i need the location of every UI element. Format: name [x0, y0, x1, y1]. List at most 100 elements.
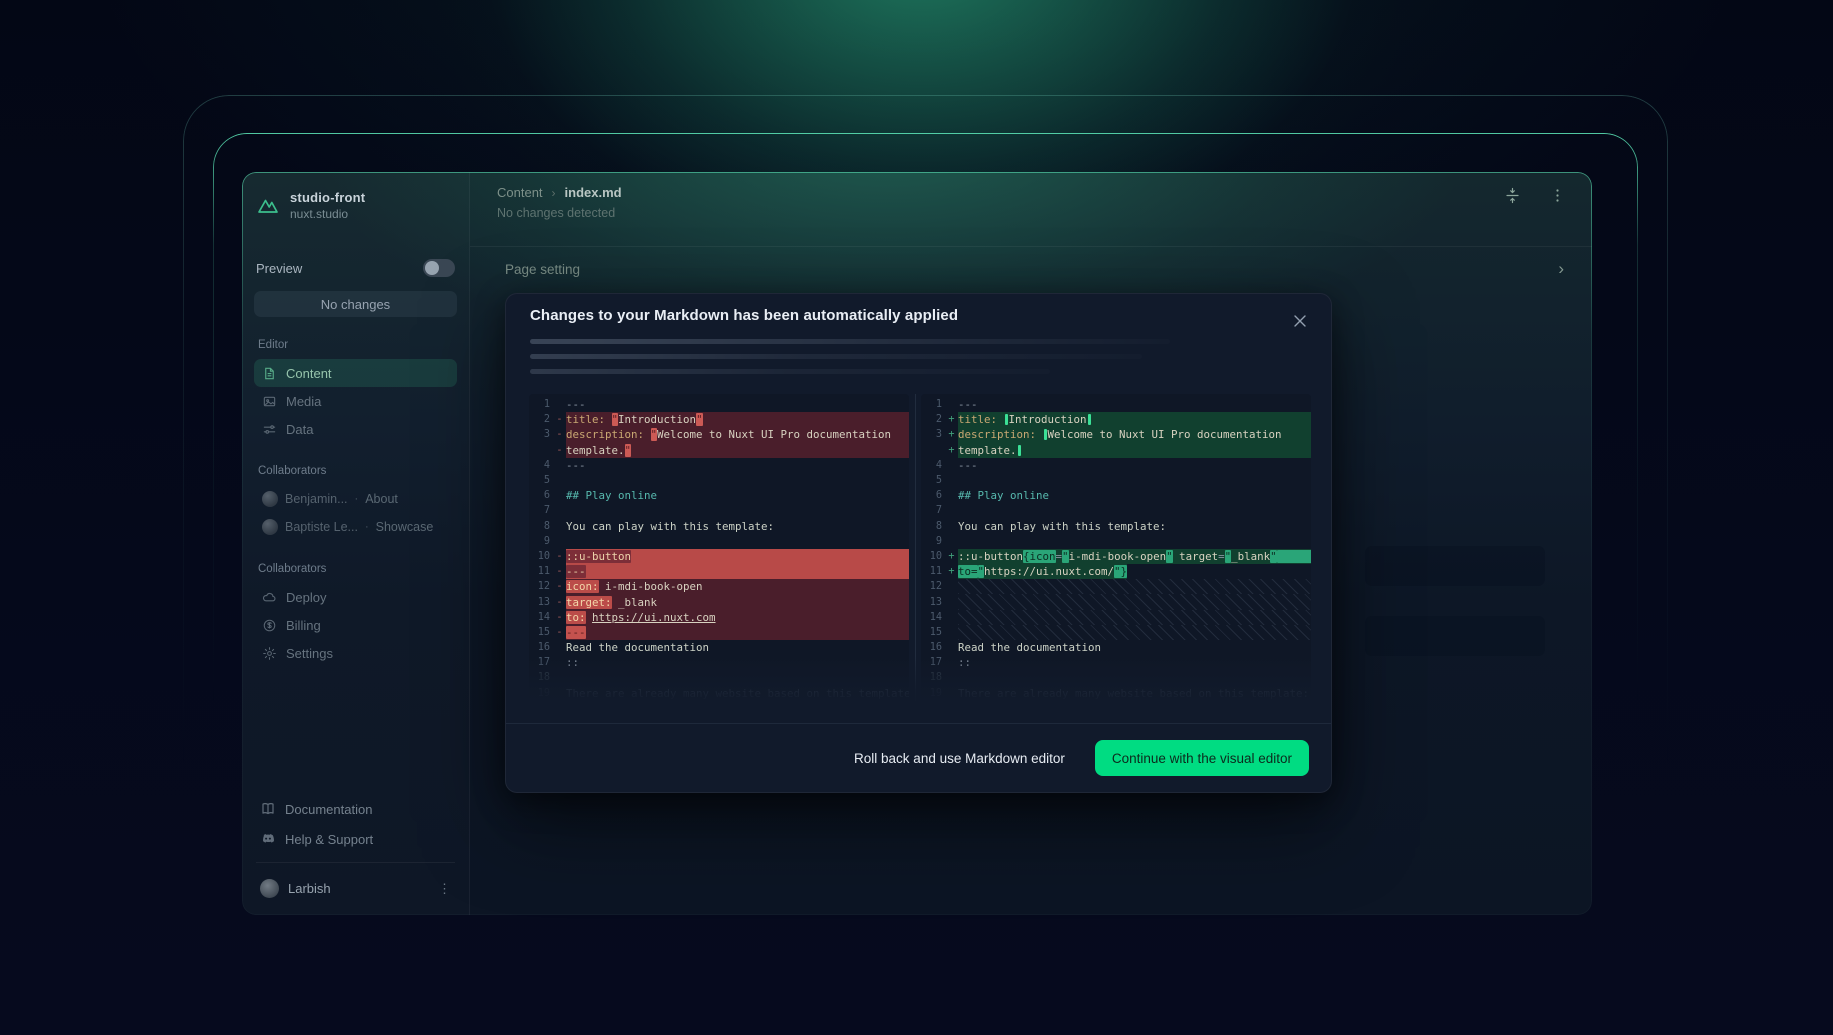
chevron-right-icon: › — [1558, 259, 1564, 279]
diff-line: 19 There are already many website based … — [529, 686, 909, 701]
toggle-knob — [425, 261, 439, 275]
diff-line: 11+to="https://ui.nuxt.com/"} — [921, 564, 1311, 579]
diff-line: 7 — [921, 503, 1311, 518]
sidebar-item-media[interactable]: Media — [254, 387, 457, 415]
diff-line: 8 You can play with this template: — [529, 519, 909, 534]
image-icon — [262, 394, 277, 409]
rollback-button[interactable]: Roll back and use Markdown editor — [854, 751, 1065, 766]
sidebar-item-data[interactable]: Data — [254, 415, 457, 443]
diff-line: 3-description: "Welcome to Nuxt UI Pro d… — [529, 427, 909, 442]
editor-section-label: Editor — [258, 339, 453, 351]
stage: studio-front nuxt.studio Preview No chan… — [0, 0, 1833, 1035]
preview-row: Preview — [256, 259, 455, 277]
breadcrumb-root[interactable]: Content — [497, 185, 543, 200]
diff-line: 7 — [529, 503, 909, 518]
diff-line: 10+::u-button{icon="i-mdi-book-open" tar… — [921, 549, 1311, 564]
nuxt-studio-logo-icon — [256, 194, 280, 218]
more-options-icon[interactable] — [1549, 187, 1566, 204]
sidebar-divider — [256, 862, 455, 863]
sliders-icon — [262, 422, 277, 437]
user-name: Larbish — [288, 881, 331, 896]
diff-line: 14 — [921, 610, 1311, 625]
diff-line: 9 — [921, 534, 1311, 549]
modal-title: Changes to your Markdown has been automa… — [530, 307, 958, 324]
diff-gap — [909, 394, 921, 702]
sidebar-item-documentation[interactable]: Documentation — [254, 794, 457, 824]
document-icon — [262, 366, 277, 381]
sidebar-item-label: Content — [286, 366, 332, 381]
sidebar-item-help-support[interactable]: Help & Support — [254, 824, 457, 854]
separator-dot: · — [355, 493, 359, 505]
diff-line: 6 ## Play online — [529, 488, 909, 503]
skeleton-line — [530, 354, 1142, 359]
diff-line: 15---- — [529, 625, 909, 640]
breadcrumb-leaf: index.md — [565, 185, 622, 200]
user-avatar — [260, 879, 279, 898]
preview-label: Preview — [256, 261, 302, 276]
markdown-changes-modal: Changes to your Markdown has been automa… — [505, 293, 1332, 793]
collapse-panel-icon[interactable] — [1504, 187, 1521, 204]
project-host: nuxt.studio — [290, 207, 365, 221]
skeleton-line — [530, 339, 1170, 344]
sidebar: studio-front nuxt.studio Preview No chan… — [242, 172, 470, 915]
main-header: Content › index.md No changes detected — [470, 172, 1592, 247]
diff-line: 18 — [921, 670, 1311, 685]
book-icon — [260, 801, 276, 817]
page-setting-row[interactable]: Page setting › — [470, 247, 1592, 291]
diff-line: 16 Read the documentation — [529, 640, 909, 655]
project-switcher[interactable]: studio-front nuxt.studio — [254, 186, 457, 221]
collaborator-page: About — [365, 492, 398, 506]
diff-line: -template." — [529, 443, 909, 458]
avatar — [262, 519, 278, 535]
sidebar-item-settings[interactable]: Settings — [254, 639, 457, 667]
close-icon[interactable] — [1289, 310, 1311, 332]
kebab-menu-icon[interactable]: ⋮ — [438, 882, 451, 895]
sidebar-item-label: Documentation — [285, 802, 372, 817]
page-setting-label: Page setting — [505, 262, 580, 277]
sidebar-spacer — [254, 667, 457, 794]
no-changes-button[interactable]: No changes — [254, 291, 457, 317]
collaborator-row[interactable]: Benjamin... · About — [254, 485, 457, 513]
user-menu[interactable]: Larbish ⋮ — [254, 871, 457, 905]
sidebar-item-content[interactable]: Content — [254, 359, 457, 387]
avatar — [262, 491, 278, 507]
form-field-skeleton — [1365, 546, 1545, 586]
diff-line: 4 --- — [529, 458, 909, 473]
diff-line: 9 — [529, 534, 909, 549]
sidebar-item-label: Billing — [286, 618, 321, 633]
sidebar-item-label: Deploy — [286, 590, 326, 605]
form-field-skeleton — [1365, 616, 1545, 656]
diff-line: 13 — [921, 594, 1311, 609]
diff-line: 16 Read the documentation — [921, 640, 1311, 655]
sidebar-item-label: Data — [286, 422, 313, 437]
skeleton-line — [530, 369, 1050, 374]
diff-line: 17 :: — [529, 655, 909, 670]
diff-line: 4 --- — [921, 458, 1311, 473]
diff-line: 15 — [921, 625, 1311, 640]
diff-line: 5 — [921, 473, 1311, 488]
diff-line: 12 — [921, 579, 1311, 594]
sidebar-item-billing[interactable]: Billing — [254, 611, 457, 639]
sidebar-item-label: Settings — [286, 646, 333, 661]
preview-toggle[interactable] — [423, 259, 455, 277]
dollar-icon — [262, 618, 277, 633]
diff-line: 13-target: _blank — [529, 594, 909, 609]
collaborator-page: Showcase — [376, 520, 434, 534]
diff-line: 10-::u-button — [529, 549, 909, 564]
diff-line: 18 — [529, 670, 909, 685]
diff-line: 2+title: Introduction — [921, 412, 1311, 427]
diff-line: 2-title: "Introduction" — [529, 412, 909, 427]
collaborator-row[interactable]: Baptiste Le... · Showcase — [254, 513, 457, 541]
diff-line: 17 :: — [921, 655, 1311, 670]
modal-footer: Roll back and use Markdown editor Contin… — [506, 723, 1331, 792]
collaborators-section-label: Collaborators — [258, 465, 453, 477]
sidebar-item-deploy[interactable]: Deploy — [254, 583, 457, 611]
continue-button[interactable]: Continue with the visual editor — [1095, 740, 1309, 776]
diff-line: 1 --- — [921, 397, 1311, 412]
sidebar-item-label: Media — [286, 394, 321, 409]
project-name: studio-front — [290, 190, 365, 205]
chevron-right-icon: › — [552, 186, 556, 200]
diff-line: 19 There are already many website based … — [921, 686, 1311, 701]
diff-line: 3+description: Welcome to Nuxt UI Pro do… — [921, 427, 1311, 442]
diff-line: 5 — [529, 473, 909, 488]
